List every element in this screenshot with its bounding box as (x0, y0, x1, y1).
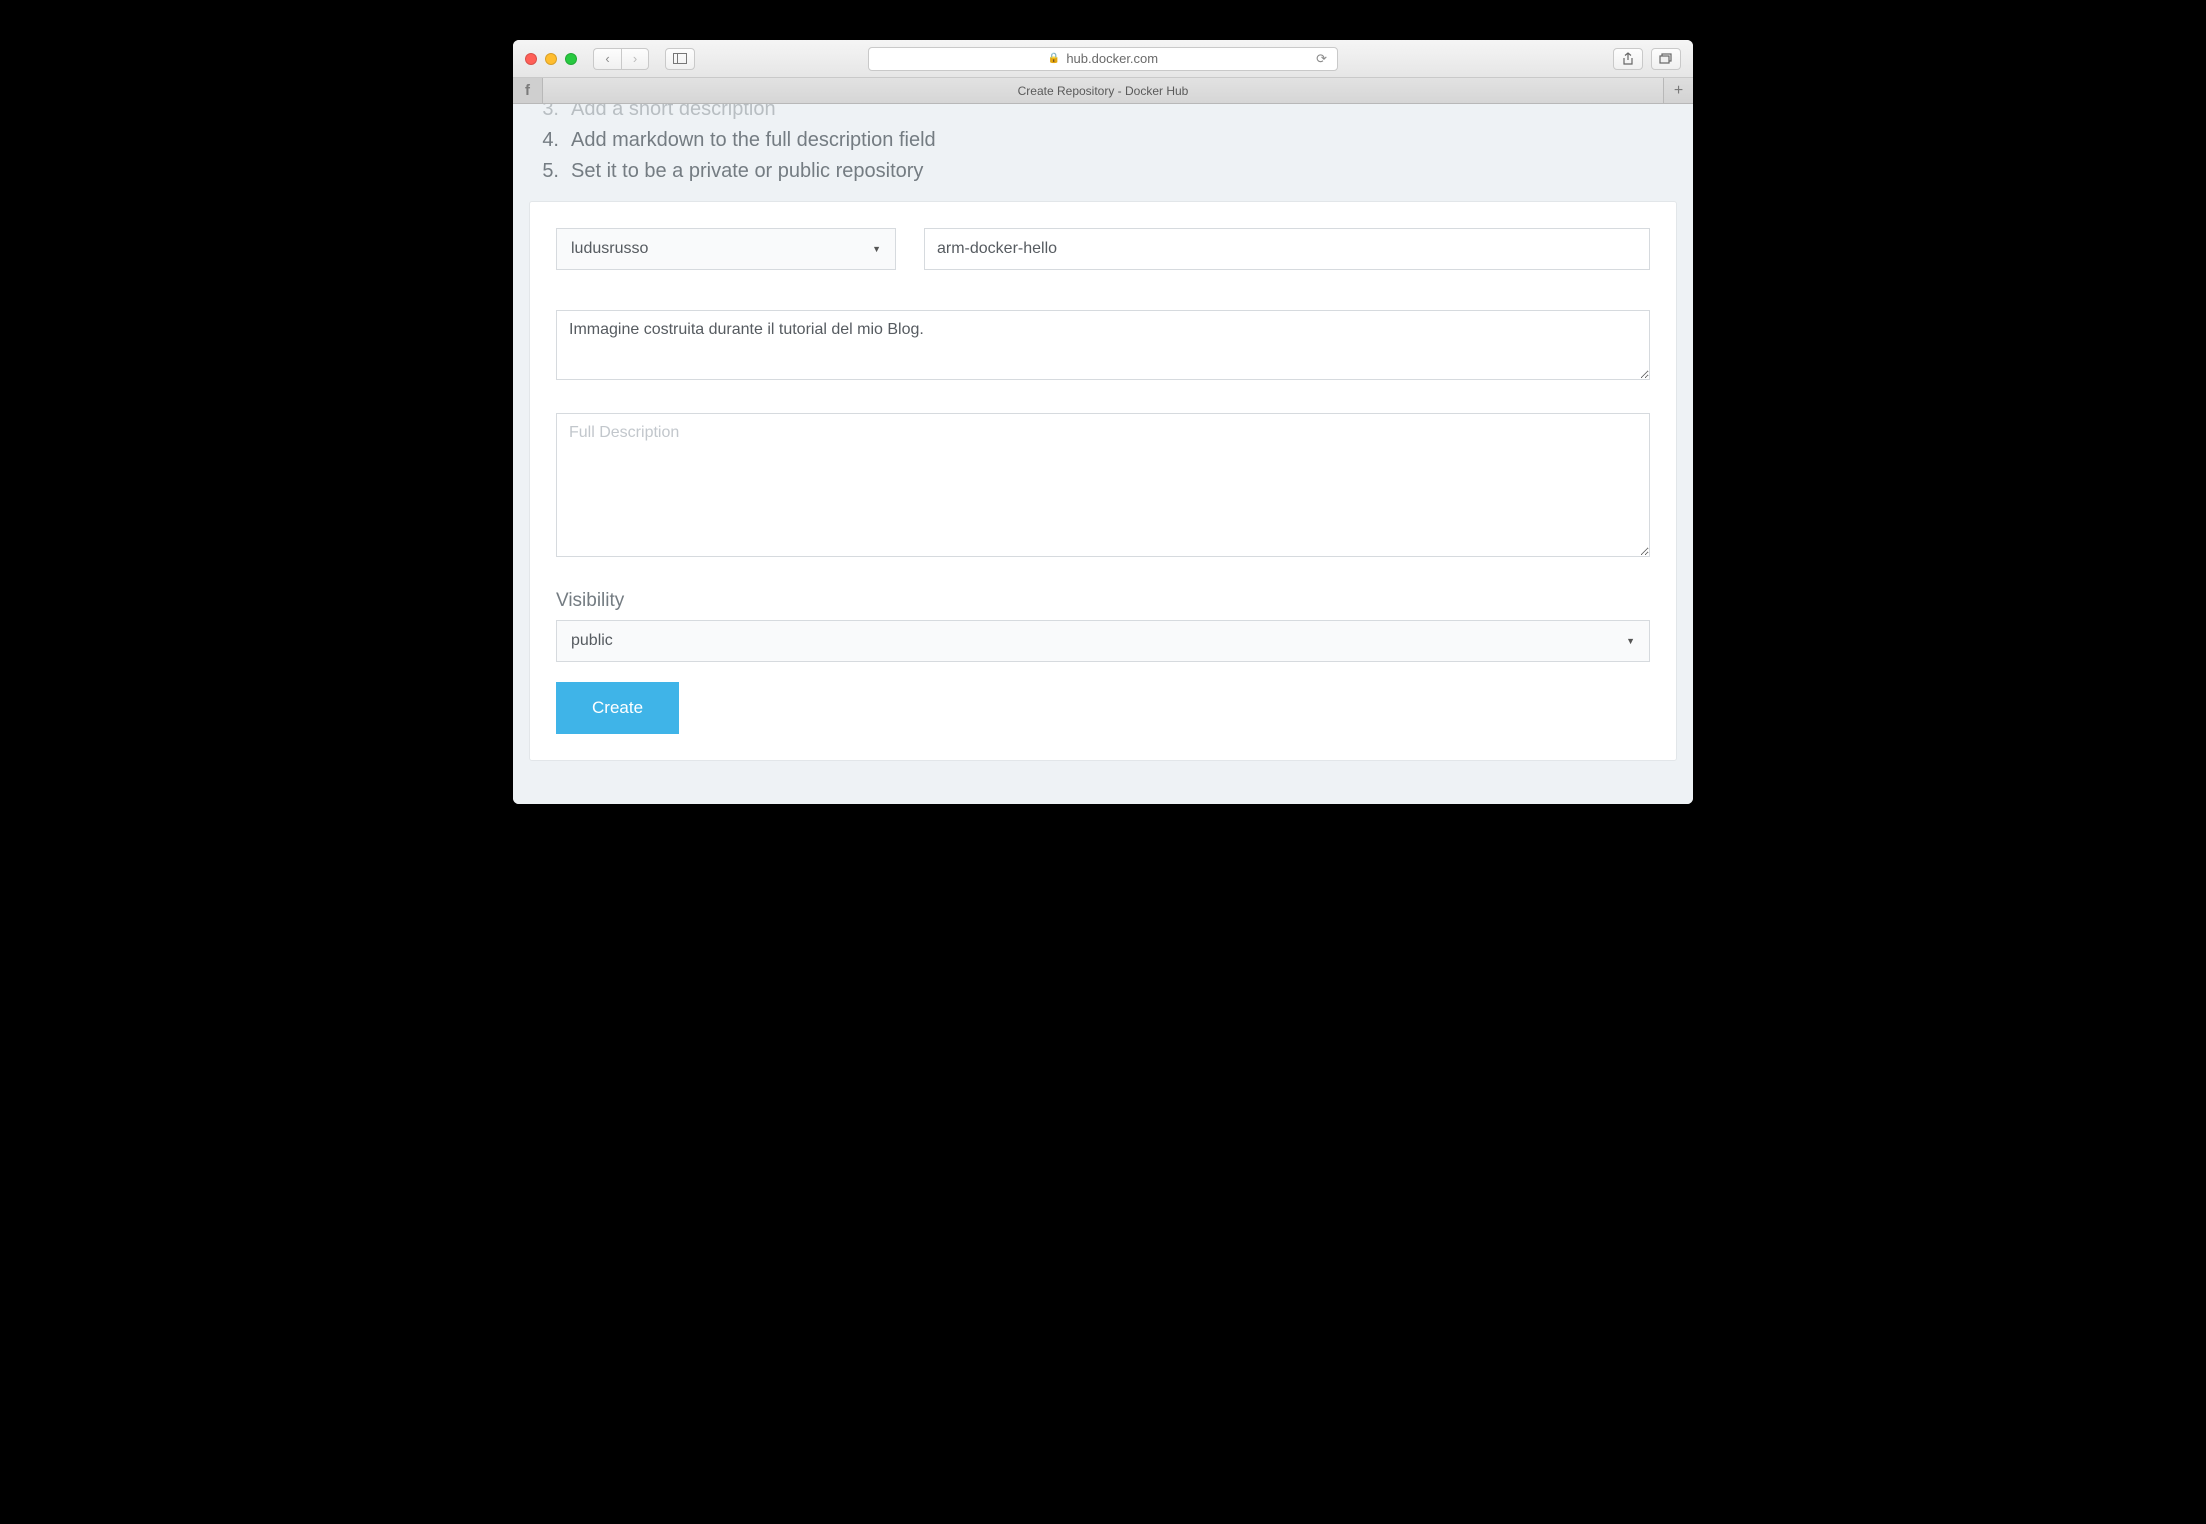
visibility-label: Visibility (556, 590, 1650, 612)
share-button[interactable] (1613, 48, 1643, 70)
step-text: Add markdown to the full description fie… (571, 125, 936, 156)
create-button[interactable]: Create (556, 682, 679, 734)
facebook-icon: f (525, 82, 530, 99)
active-tab[interactable]: Create Repository - Docker Hub (543, 78, 1663, 103)
address-bar[interactable]: 🔒 hub.docker.com ⟳ (868, 47, 1338, 71)
create-repo-form: ludusrusso ▼ Visibility public ▼ Create (529, 201, 1677, 761)
back-button[interactable]: ‹ (593, 48, 621, 70)
nav-arrows: ‹ › (593, 48, 649, 70)
page-content: 3. Add a short description 4. Add markdo… (513, 104, 1693, 804)
step-3: 3. Add a short description (537, 104, 1677, 125)
namespace-select[interactable]: ludusrusso ▼ (556, 228, 896, 270)
minimize-window-icon[interactable] (545, 53, 557, 65)
step-number: 5. (537, 156, 559, 187)
name-row: ludusrusso ▼ (556, 228, 1650, 270)
url-host: hub.docker.com (1066, 51, 1158, 66)
visibility-value: public (571, 632, 613, 650)
namespace-value: ludusrusso (571, 240, 648, 258)
tabs-icon (1659, 53, 1673, 65)
maximize-window-icon[interactable] (565, 53, 577, 65)
new-tab-button[interactable]: + (1663, 78, 1693, 103)
titlebar: ‹ › 🔒 hub.docker.com ⟳ (513, 40, 1693, 78)
step-number: 4. (537, 125, 559, 156)
repo-name-input[interactable] (924, 228, 1650, 270)
forward-button[interactable]: › (621, 48, 649, 70)
toolbar-right (1613, 48, 1681, 70)
short-description-input[interactable] (556, 310, 1650, 380)
tab-bar: f Create Repository - Docker Hub + (513, 78, 1693, 104)
plus-icon: + (1674, 82, 1683, 100)
step-text: Set it to be a private or public reposit… (571, 156, 923, 187)
chevron-right-icon: › (633, 51, 637, 66)
caret-down-icon: ▼ (872, 244, 881, 254)
reload-icon[interactable]: ⟳ (1316, 51, 1327, 67)
share-icon (1622, 52, 1634, 66)
step-number: 3. (537, 104, 559, 125)
pinned-tab-facebook[interactable]: f (513, 78, 543, 103)
sidebar-toggle-button[interactable] (665, 48, 695, 70)
tabs-button[interactable] (1651, 48, 1681, 70)
chevron-left-icon: ‹ (605, 51, 609, 66)
tab-title: Create Repository - Docker Hub (1018, 84, 1189, 98)
window-controls (525, 53, 577, 65)
step-4: 4. Add markdown to the full description … (537, 125, 1677, 156)
visibility-select[interactable]: public ▼ (556, 620, 1650, 662)
browser-window: ‹ › 🔒 hub.docker.com ⟳ (513, 40, 1693, 804)
caret-down-icon: ▼ (1626, 636, 1635, 646)
lock-icon: 🔒 (1048, 53, 1060, 64)
sidebar-icon (673, 53, 687, 64)
step-text: Add a short description (571, 104, 776, 125)
full-description-input[interactable] (556, 413, 1650, 557)
instruction-list: 3. Add a short description 4. Add markdo… (529, 104, 1677, 201)
step-5: 5. Set it to be a private or public repo… (537, 156, 1677, 187)
close-window-icon[interactable] (525, 53, 537, 65)
